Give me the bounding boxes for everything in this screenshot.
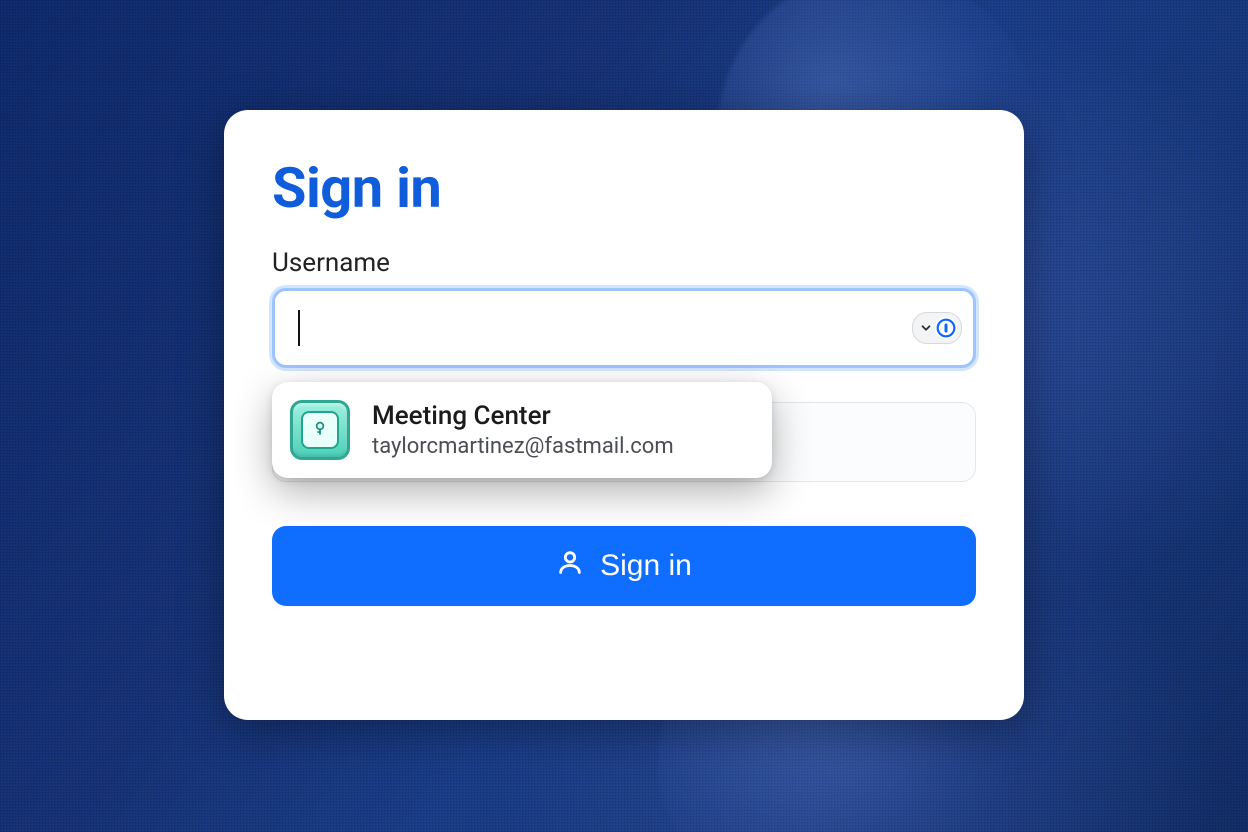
lock-icon	[312, 419, 328, 441]
suggestion-text: Meeting Center taylorcmartinez@fastmail.…	[372, 400, 674, 460]
username-field-block: Username	[272, 248, 976, 368]
password-manager-inline-control[interactable]	[912, 312, 962, 344]
username-input-wrapper	[272, 288, 976, 368]
autofill-suggestion-popover[interactable]: Meeting Center taylorcmartinez@fastmail.…	[272, 382, 772, 478]
onepassword-icon	[935, 317, 957, 339]
username-input[interactable]	[272, 288, 976, 368]
chevron-down-icon	[919, 321, 933, 335]
suggestion-app-icon	[290, 400, 350, 460]
suggestion-subtitle: taylorcmartinez@fastmail.com	[372, 433, 674, 461]
username-label: Username	[272, 248, 976, 278]
signin-button-label: Sign in	[600, 549, 692, 583]
signin-button[interactable]: Sign in	[272, 526, 976, 606]
text-caret	[298, 310, 300, 346]
page-title: Sign in	[272, 158, 976, 220]
user-icon	[556, 548, 584, 584]
suggestion-title: Meeting Center	[372, 400, 674, 433]
